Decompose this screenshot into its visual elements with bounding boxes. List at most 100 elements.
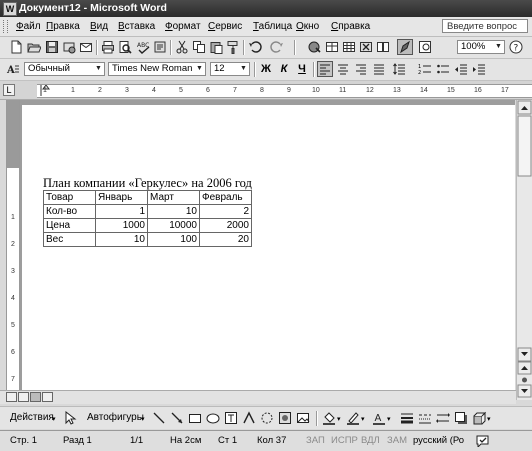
actions-menu-button[interactable]: Действия <box>10 412 54 423</box>
status-rec-indicator[interactable]: ЗАП <box>306 435 325 446</box>
chevron-down-icon[interactable]: ▾ <box>387 413 391 427</box>
table-cell[interactable]: 1000 <box>95 218 148 233</box>
align-right-icon[interactable] <box>354 62 368 76</box>
bold-button[interactable]: Ж <box>258 62 274 76</box>
align-center-icon[interactable] <box>336 62 350 76</box>
columns-icon[interactable] <box>376 40 390 54</box>
bullets-icon[interactable] <box>436 62 450 76</box>
table-header-cell[interactable]: Январь <box>95 190 148 205</box>
autoshapes-menu-button[interactable]: Автофигуры <box>87 412 144 423</box>
table-cell[interactable]: 1 <box>95 204 148 219</box>
help-question-input[interactable]: Введите вопрос <box>442 19 528 33</box>
drawing-toggle-icon[interactable] <box>397 39 413 55</box>
print-layout-view-button[interactable] <box>30 392 41 402</box>
table-header-cell[interactable]: Февраль <box>199 190 252 205</box>
word-app-icon[interactable]: W <box>3 2 17 16</box>
table-cell[interactable]: Цена <box>43 218 96 233</box>
increase-indent-icon[interactable] <box>472 62 486 76</box>
chevron-down-icon[interactable]: ▾ <box>487 413 491 427</box>
copy-icon[interactable] <box>192 40 206 54</box>
new-document-icon[interactable] <box>9 40 23 54</box>
status-extend-indicator[interactable]: ВДЛ <box>361 435 380 446</box>
format-painter-icon[interactable] <box>226 40 240 54</box>
line-spacing-icon[interactable] <box>392 62 406 76</box>
redo-icon[interactable] <box>270 40 284 54</box>
tab-selector[interactable]: L <box>3 84 15 96</box>
chevron-down-icon[interactable]: ▾ <box>52 413 56 427</box>
shadow-style-icon[interactable] <box>454 411 468 425</box>
table-cell[interactable]: 2000 <box>199 218 252 233</box>
table-cell[interactable]: Вес <box>43 232 96 247</box>
insert-picture-icon[interactable] <box>296 411 310 425</box>
table-header-cell[interactable]: Товар <box>43 190 96 205</box>
table-cell[interactable]: 10 <box>147 204 200 219</box>
rectangle-tool-icon[interactable] <box>188 411 202 425</box>
cut-icon[interactable] <box>175 40 189 54</box>
document-table[interactable]: Товар Январь Март Февраль Кол-во 1 10 2 … <box>43 190 252 247</box>
permission-icon[interactable] <box>62 40 76 54</box>
line-color-icon[interactable] <box>346 411 360 425</box>
styles-pane-icon[interactable]: A <box>6 62 20 76</box>
dash-style-icon[interactable] <box>418 411 432 425</box>
menu-insert[interactable]: Вставка <box>118 21 155 32</box>
save-icon[interactable] <box>45 40 59 54</box>
chevron-down-icon[interactable]: ▼ <box>195 64 204 74</box>
undo-icon[interactable] <box>248 40 262 54</box>
table-cell[interactable]: 20 <box>199 232 252 247</box>
menu-format[interactable]: Формат <box>165 21 201 32</box>
tables-borders-icon[interactable] <box>325 40 339 54</box>
table-cell[interactable]: 10000 <box>147 218 200 233</box>
style-combo[interactable]: Обычный ▼ <box>24 62 105 76</box>
arrow-tool-icon[interactable] <box>170 411 184 425</box>
research-icon[interactable] <box>153 40 167 54</box>
document-heading[interactable]: План компании «Геркулес» на 2006 год <box>43 176 252 191</box>
numbering-icon[interactable]: 12 <box>418 62 432 76</box>
insert-table-icon[interactable] <box>342 40 356 54</box>
help-icon[interactable]: ? <box>509 40 523 54</box>
chevron-down-icon[interactable]: ▼ <box>94 64 103 74</box>
insert-excel-icon[interactable] <box>359 40 373 54</box>
diagram-icon[interactable] <box>260 411 274 425</box>
vertical-ruler[interactable]: 1 2 3 4 5 6 7 <box>6 100 20 390</box>
line-tool-icon[interactable] <box>152 411 166 425</box>
table-cell[interactable]: Кол-во <box>43 204 96 219</box>
chevron-down-icon[interactable]: ▼ <box>494 42 503 52</box>
normal-view-button[interactable] <box>6 392 17 402</box>
vertical-scrollbar[interactable] <box>516 100 532 400</box>
document-map-icon[interactable] <box>418 40 432 54</box>
3d-style-icon[interactable] <box>472 411 486 425</box>
italic-button[interactable]: К <box>276 62 292 76</box>
font-size-combo[interactable]: 12 ▼ <box>210 62 250 76</box>
line-style-icon[interactable] <box>400 411 414 425</box>
open-folder-icon[interactable] <box>27 40 41 54</box>
menu-tools[interactable]: Сервис <box>208 21 242 32</box>
spelling-icon[interactable]: ABC <box>137 40 151 54</box>
menu-window[interactable]: Окно <box>296 21 319 32</box>
table-cell[interactable]: 100 <box>147 232 200 247</box>
status-track-changes-indicator[interactable]: ИСПР <box>331 435 358 446</box>
hyperlink-icon[interactable] <box>308 40 322 54</box>
chevron-down-icon[interactable]: ▼ <box>239 64 248 74</box>
chevron-down-icon[interactable]: ▾ <box>361 413 365 427</box>
status-language[interactable]: русский (Ро <box>413 435 464 446</box>
clip-art-icon[interactable] <box>278 411 292 425</box>
fill-color-icon[interactable] <box>322 411 336 425</box>
email-icon[interactable] <box>79 40 93 54</box>
table-cell[interactable]: 10 <box>95 232 148 247</box>
wordart-icon[interactable] <box>242 411 256 425</box>
underline-button[interactable]: Ч <box>294 62 310 76</box>
table-header-cell[interactable]: Март <box>147 190 200 205</box>
menu-help[interactable]: Справка <box>331 21 370 32</box>
document-page[interactable] <box>22 105 515 390</box>
print-icon[interactable] <box>101 40 115 54</box>
status-overtype-indicator[interactable]: ЗАМ <box>387 435 407 446</box>
select-objects-icon[interactable] <box>63 411 77 425</box>
zoom-combo[interactable]: 100% ▼ <box>457 40 505 54</box>
chevron-down-icon[interactable]: ▾ <box>141 413 145 427</box>
arrow-style-icon[interactable] <box>436 411 450 425</box>
text-box-icon[interactable] <box>224 411 238 425</box>
font-combo[interactable]: Times New Roman ▼ <box>108 62 206 76</box>
menu-view[interactable]: Вид <box>90 21 108 32</box>
chevron-down-icon[interactable]: ▾ <box>337 413 341 427</box>
paste-icon[interactable] <box>209 40 223 54</box>
